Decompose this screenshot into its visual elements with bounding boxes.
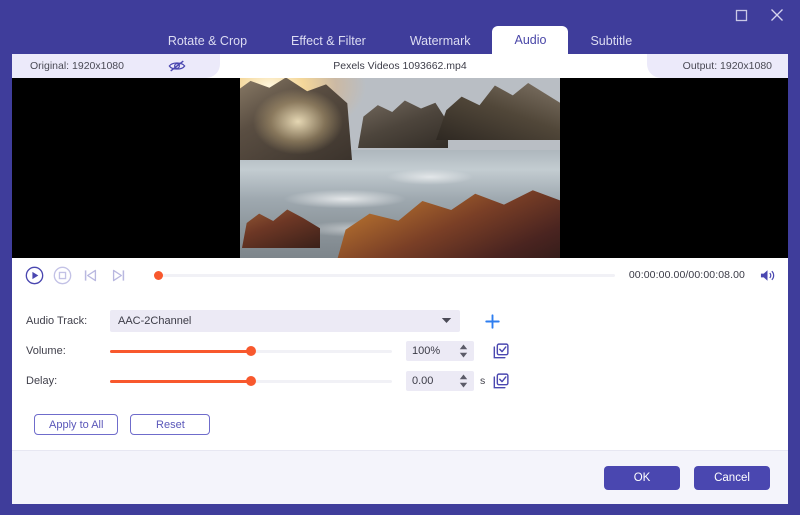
- volume-label: Volume:: [26, 345, 66, 357]
- close-icon[interactable]: [766, 4, 788, 26]
- ok-button[interactable]: OK: [604, 466, 680, 490]
- timecode-display: 00:00:00.00/00:00:08.00: [628, 269, 745, 281]
- title-bar: Rotate & Crop Effect & Filter Watermark …: [0, 0, 800, 54]
- tab-watermark[interactable]: Watermark: [388, 28, 493, 54]
- output-resolution-label: Output: 1920x1080: [682, 60, 772, 72]
- delay-slider[interactable]: [110, 374, 392, 388]
- video-editor-window: Rotate & Crop Effect & Filter Watermark …: [0, 0, 800, 515]
- apply-to-all-button[interactable]: Apply to All: [34, 414, 119, 435]
- original-resolution-label: Original: 1920x1080: [30, 60, 124, 72]
- audio-track-label: Audio Track:: [26, 315, 88, 327]
- cancel-button[interactable]: Cancel: [694, 466, 770, 490]
- tab-subtitle[interactable]: Subtitle: [568, 28, 654, 54]
- tab-rotate-crop[interactable]: Rotate & Crop: [146, 28, 269, 54]
- volume-slider-fill: [110, 349, 251, 353]
- maximize-icon[interactable]: [730, 4, 752, 26]
- dialog-body: Pexels Videos 1093662.mp4 Original: 1920…: [12, 54, 788, 504]
- window-controls: [730, 4, 788, 26]
- video-frame: [240, 78, 560, 258]
- media-info-bar: Pexels Videos 1093662.mp4 Original: 1920…: [12, 54, 788, 78]
- timeline-track: [154, 273, 615, 277]
- volume-slider[interactable]: [110, 344, 392, 358]
- volume-slider-thumb[interactable]: [246, 346, 256, 356]
- volume-value-input[interactable]: 100%: [406, 341, 474, 361]
- skip-next-icon[interactable]: [108, 265, 128, 285]
- audio-settings-form: Audio Track: AAC-2Channel Volume: 100% D…: [12, 292, 788, 435]
- audio-track-select[interactable]: AAC-2Channel: [110, 310, 460, 332]
- preview-foam-mid: [260, 186, 430, 212]
- audio-track-row: Audio Track: AAC-2Channel: [12, 306, 788, 336]
- preview-foam: [370, 166, 490, 188]
- delay-slider-thumb[interactable]: [246, 376, 256, 386]
- stop-circle-icon[interactable]: [52, 265, 72, 285]
- chevron-down-icon: [441, 315, 452, 327]
- form-action-buttons: Apply to All Reset: [12, 414, 788, 435]
- volume-value: 100%: [412, 345, 441, 357]
- footer-buttons: OK Cancel: [604, 466, 770, 490]
- eye-slash-icon[interactable]: [168, 59, 186, 73]
- play-circle-icon[interactable]: [24, 265, 44, 285]
- volume-stepper[interactable]: [459, 344, 468, 358]
- playback-controls: 00:00:00.00/00:00:08.00: [12, 258, 788, 292]
- timeline-scrubber[interactable]: [154, 268, 615, 282]
- skip-previous-icon[interactable]: [80, 265, 100, 285]
- add-audio-track-button[interactable]: [482, 311, 502, 331]
- timeline-playhead[interactable]: [154, 270, 163, 280]
- delay-slider-fill: [110, 379, 251, 383]
- speaker-icon[interactable]: [759, 268, 776, 283]
- delay-label: Delay:: [26, 375, 58, 387]
- original-resolution-group: Original: 1920x1080: [12, 54, 220, 78]
- video-preview[interactable]: [12, 78, 788, 258]
- delay-unit: s: [480, 375, 486, 387]
- tab-audio[interactable]: Audio: [492, 26, 569, 54]
- delay-row: Delay: 0.00 s: [12, 366, 788, 396]
- reset-button[interactable]: Reset: [130, 414, 211, 435]
- output-resolution-group: Output: 1920x1080: [646, 54, 788, 78]
- delay-reset-checkbox-check-icon[interactable]: [492, 372, 510, 390]
- delay-value-input[interactable]: 0.00: [406, 371, 474, 391]
- delay-stepper[interactable]: [459, 374, 468, 388]
- preview-sun-flare: [246, 78, 376, 160]
- tab-effect-filter[interactable]: Effect & Filter: [269, 28, 388, 54]
- audio-track-value: AAC-2Channel: [118, 315, 192, 327]
- delay-value: 0.00: [412, 375, 434, 387]
- volume-reset-checkbox-check-icon[interactable]: [492, 342, 510, 360]
- tab-bar: Rotate & Crop Effect & Filter Watermark …: [0, 26, 800, 54]
- volume-row: Volume: 100%: [12, 336, 788, 366]
- dialog-footer: OK Cancel: [12, 450, 788, 504]
